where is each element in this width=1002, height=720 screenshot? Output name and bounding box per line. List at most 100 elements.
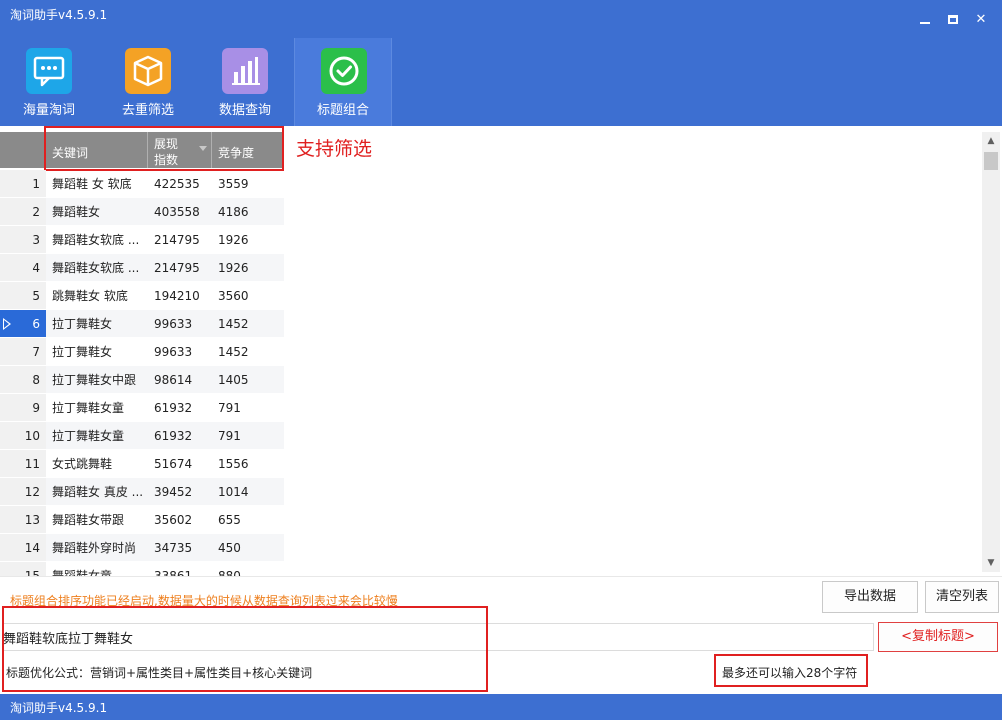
cell-competition[interactable]: 1452 <box>212 338 284 366</box>
tool-mass-keyword[interactable]: 海量淘词 <box>0 38 98 126</box>
table-row[interactable]: 13 舞蹈鞋女带跟 35602 655 <box>0 506 284 534</box>
cell-keyword[interactable]: 拉丁舞鞋女 <box>46 338 148 366</box>
cell-keyword[interactable]: 舞蹈鞋女 <box>46 198 148 226</box>
title-bar: 淘词助手v4.5.9.1 ✕ <box>0 0 1002 38</box>
table-row[interactable]: 8 拉丁舞鞋女中跟 98614 1405 <box>0 366 284 394</box>
row-number[interactable]: 5 <box>0 282 46 310</box>
cell-index[interactable]: 214795 <box>148 254 212 282</box>
column-header-keyword[interactable]: 关键词 <box>46 132 148 168</box>
column-header-label: 展现 <box>154 137 179 151</box>
table-row[interactable]: 1 舞蹈鞋 女 软底 422535 3559 <box>0 170 284 198</box>
cell-keyword[interactable]: 舞蹈鞋外穿时尚 <box>46 534 148 562</box>
table-row[interactable]: 10 拉丁舞鞋女童 61932 791 <box>0 422 284 450</box>
row-number[interactable]: 3 <box>0 226 46 254</box>
cell-keyword[interactable]: 舞蹈鞋女软底 ... <box>46 226 148 254</box>
cell-index[interactable]: 35602 <box>148 506 212 534</box>
row-number[interactable]: 10 <box>0 422 46 450</box>
cell-competition[interactable]: 4186 <box>212 198 284 226</box>
cell-index[interactable]: 99633 <box>148 338 212 366</box>
cell-keyword[interactable]: 拉丁舞鞋女童 <box>46 394 148 422</box>
table-row[interactable]: 4 舞蹈鞋女软底 ... 214795 1926 <box>0 254 284 282</box>
cell-keyword[interactable]: 跳舞鞋女 软底 <box>46 282 148 310</box>
column-header-index[interactable]: 展现 指数 <box>148 132 212 168</box>
row-number[interactable]: 11 <box>0 450 46 478</box>
row-number[interactable]: 1 <box>0 170 46 198</box>
table-row[interactable]: 14 舞蹈鞋外穿时尚 34735 450 <box>0 534 284 562</box>
table-row[interactable]: 15 舞蹈鞋女童 33861 880 <box>0 562 284 576</box>
cell-competition[interactable]: 880 <box>212 562 284 576</box>
tool-data-query[interactable]: 数据查询 <box>196 38 294 126</box>
table-corner[interactable] <box>0 132 46 168</box>
close-button[interactable]: ✕ <box>970 10 992 30</box>
cell-keyword[interactable]: 舞蹈鞋女 真皮 ... <box>46 478 148 506</box>
cell-keyword[interactable]: 舞蹈鞋女童 <box>46 562 148 576</box>
cell-index[interactable]: 61932 <box>148 422 212 450</box>
cell-keyword[interactable]: 舞蹈鞋女软底 ... <box>46 254 148 282</box>
cell-index[interactable]: 39452 <box>148 478 212 506</box>
clear-list-button[interactable]: 清空列表 <box>925 581 999 613</box>
table-row[interactable]: 12 舞蹈鞋女 真皮 ... 39452 1014 <box>0 478 284 506</box>
export-data-button[interactable]: 导出数据 <box>822 581 918 613</box>
cell-competition[interactable]: 3559 <box>212 170 284 198</box>
row-number[interactable]: 2 <box>0 198 46 226</box>
cell-keyword[interactable]: 女式跳舞鞋 <box>46 450 148 478</box>
table-row[interactable]: 6 拉丁舞鞋女 99633 1452 <box>0 310 284 338</box>
vertical-scrollbar[interactable]: ▲ ▼ <box>982 132 1000 572</box>
table-row[interactable]: 3 舞蹈鞋女软底 ... 214795 1926 <box>0 226 284 254</box>
cell-index[interactable]: 61932 <box>148 394 212 422</box>
column-header-competition[interactable]: 竞争度 <box>212 132 282 168</box>
row-number[interactable]: 13 <box>0 506 46 534</box>
cell-keyword[interactable]: 拉丁舞鞋女中跟 <box>46 366 148 394</box>
tool-label: 海量淘词 <box>22 103 75 118</box>
cell-index[interactable]: 34735 <box>148 534 212 562</box>
cell-competition[interactable]: 655 <box>212 506 284 534</box>
row-number[interactable]: 8 <box>0 366 46 394</box>
cell-index[interactable]: 403558 <box>148 198 212 226</box>
cell-competition[interactable]: 1926 <box>212 226 284 254</box>
table-row[interactable]: 5 跳舞鞋女 软底 194210 3560 <box>0 282 284 310</box>
cell-keyword[interactable]: 舞蹈鞋女带跟 <box>46 506 148 534</box>
cell-index[interactable]: 33861 <box>148 562 212 576</box>
scroll-down-icon[interactable]: ▼ <box>982 554 1000 572</box>
tool-dedup-filter[interactable]: 去重筛选 <box>99 38 197 126</box>
title-input[interactable] <box>2 623 874 651</box>
cell-keyword[interactable]: 拉丁舞鞋女 <box>46 310 148 338</box>
cell-index[interactable]: 214795 <box>148 226 212 254</box>
cell-keyword[interactable]: 舞蹈鞋 女 软底 <box>46 170 148 198</box>
row-number[interactable]: 14 <box>0 534 46 562</box>
copy-title-button[interactable]: <复制标题> <box>878 622 998 652</box>
cell-competition[interactable]: 3560 <box>212 282 284 310</box>
row-number[interactable]: 7 <box>0 338 46 366</box>
column-header-label: 指数 <box>154 153 179 167</box>
cell-competition[interactable]: 791 <box>212 422 284 450</box>
row-number[interactable]: 6 <box>0 310 46 338</box>
cell-keyword[interactable]: 拉丁舞鞋女童 <box>46 422 148 450</box>
scroll-thumb[interactable] <box>984 152 998 170</box>
cell-competition[interactable]: 1926 <box>212 254 284 282</box>
cell-index[interactable]: 51674 <box>148 450 212 478</box>
row-number[interactable]: 12 <box>0 478 46 506</box>
minimize-button[interactable] <box>914 10 936 30</box>
cell-competition[interactable]: 1405 <box>212 366 284 394</box>
cell-competition[interactable]: 1014 <box>212 478 284 506</box>
table-row[interactable]: 7 拉丁舞鞋女 99633 1452 <box>0 338 284 366</box>
row-number[interactable]: 4 <box>0 254 46 282</box>
warning-message: 标题组合排序功能已经启动,数据量大的时候从数据查询列表过来会比较慢 <box>10 594 398 608</box>
table-row[interactable]: 11 女式跳舞鞋 51674 1556 <box>0 450 284 478</box>
cell-index[interactable]: 99633 <box>148 310 212 338</box>
cell-competition[interactable]: 450 <box>212 534 284 562</box>
row-number[interactable]: 9 <box>0 394 46 422</box>
cell-index[interactable]: 194210 <box>148 282 212 310</box>
cell-index[interactable]: 422535 <box>148 170 212 198</box>
table-row[interactable]: 2 舞蹈鞋女 403558 4186 <box>0 198 284 226</box>
table-row[interactable]: 9 拉丁舞鞋女童 61932 791 <box>0 394 284 422</box>
tool-title-combine[interactable]: 标题组合 <box>294 38 392 126</box>
row-number[interactable]: 15 <box>0 562 46 576</box>
maximize-icon <box>948 15 958 24</box>
cell-competition[interactable]: 1452 <box>212 310 284 338</box>
cell-competition[interactable]: 791 <box>212 394 284 422</box>
maximize-button[interactable] <box>942 10 964 30</box>
scroll-up-icon[interactable]: ▲ <box>982 132 1000 150</box>
cell-competition[interactable]: 1556 <box>212 450 284 478</box>
cell-index[interactable]: 98614 <box>148 366 212 394</box>
